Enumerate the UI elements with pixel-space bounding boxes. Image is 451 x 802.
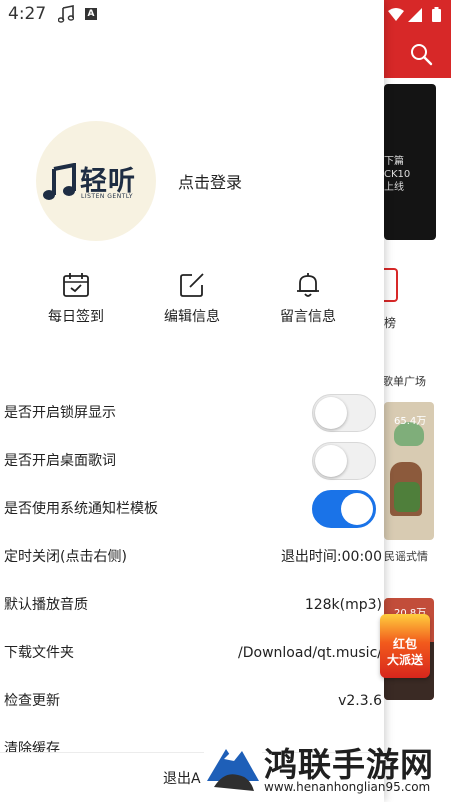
wifi-icon [388, 8, 404, 21]
background-banner[interactable]: 下篇 CK10 上线 [384, 84, 436, 240]
login-link[interactable]: 点击登录 [178, 169, 242, 193]
setting-notification-template-row: 是否使用系统通知栏模板 [0, 485, 384, 533]
battery-icon [432, 7, 441, 22]
playlist-square-label[interactable]: 歌单广场 [384, 373, 426, 389]
setting-label: 下载文件夹 [4, 645, 74, 661]
playlist-card[interactable]: 65.4万 [384, 402, 434, 540]
promo-line: 红包 [392, 637, 417, 651]
setting-download-folder-row[interactable]: 下载文件夹 /Download/qt.music/ [0, 629, 384, 677]
setting-label: 定时关闭(点击右侧) [4, 549, 127, 565]
setting-lockscreen-row: 是否开启锁屏显示 [0, 389, 384, 437]
playlist-caption: 民谣式情 [384, 550, 428, 563]
logo-subtext: LISTEN GENTLY [81, 193, 134, 200]
quality-value[interactable]: 128k(mp3) [305, 581, 382, 629]
setting-label: 是否开启锁屏显示 [4, 405, 116, 421]
setting-label: 默认播放音质 [4, 597, 88, 613]
edit-info-label: 编辑信息 [164, 309, 220, 325]
watermark-url: www.henanhonglian95.com [264, 780, 431, 794]
red-envelope-promo[interactable]: 红包 大派送 [380, 614, 430, 678]
version-value: v2.3.6 [338, 693, 382, 709]
chart-label: 榜 [384, 316, 397, 330]
promo-text: 红包 大派送 [380, 636, 430, 668]
promo-line: 大派送 [386, 653, 423, 667]
status-time: 4:27 [8, 4, 47, 24]
daily-checkin-label: 每日签到 [48, 309, 104, 325]
setting-desktop-lyrics-row: 是否开启桌面歌词 [0, 437, 384, 485]
daily-checkin-button[interactable]: 每日签到 [26, 272, 126, 326]
avatar[interactable]: 轻听 LISTEN GENTLY [36, 121, 156, 241]
watermark-logo-icon [204, 741, 262, 797]
setting-label: 是否使用系统通知栏模板 [4, 501, 158, 517]
setting-label: 是否开启桌面歌词 [4, 453, 116, 469]
navigation-drawer: 4:27 A 轻听 LISTEN GENTLY 点击登录 每日签到 编辑信息 留… [0, 0, 384, 802]
banner-line: 下篇 [384, 156, 404, 167]
a-icon: A [85, 8, 97, 20]
edit-info-button[interactable]: 编辑信息 [142, 272, 242, 326]
setting-timer-row[interactable]: 定时关闭(点击右侧) 退出时间:00:00 [0, 533, 384, 581]
play-count: 65.4万 [394, 416, 427, 427]
lockscreen-toggle[interactable] [312, 394, 376, 432]
background-app: 下篇 CK10 上线 榜 歌单广场 65.4万 民谣式情 20.8万 [384, 0, 451, 801]
setting-quality-row[interactable]: 默认播放音质 128k(mp3) [0, 581, 384, 629]
messages-label: 留言信息 [280, 309, 336, 325]
chart-icon[interactable] [384, 268, 398, 302]
edit-icon [180, 273, 204, 297]
bell-icon [297, 273, 319, 297]
watermark-title: 鸿联手游网 [264, 745, 434, 784]
download-folder-value[interactable]: /Download/qt.music/ [238, 629, 382, 677]
logout-button[interactable]: 退出A [163, 768, 201, 788]
signal-icon [408, 8, 422, 22]
music-note-icon [58, 5, 74, 23]
calendar-check-icon [63, 273, 89, 297]
timer-value[interactable]: 退出时间:00:00 [281, 533, 382, 581]
setting-label: 检查更新 [4, 693, 60, 709]
setting-check-update-row[interactable]: 检查更新 v2.3.6 [0, 677, 384, 725]
desktop-lyrics-toggle[interactable] [312, 442, 376, 480]
banner-line: CK10 [384, 169, 411, 180]
messages-button[interactable]: 留言信息 [258, 272, 358, 326]
notification-template-toggle[interactable] [312, 490, 376, 528]
search-icon[interactable] [409, 42, 433, 66]
banner-line: 上线 [384, 182, 404, 193]
logo-note-icon [43, 163, 76, 200]
